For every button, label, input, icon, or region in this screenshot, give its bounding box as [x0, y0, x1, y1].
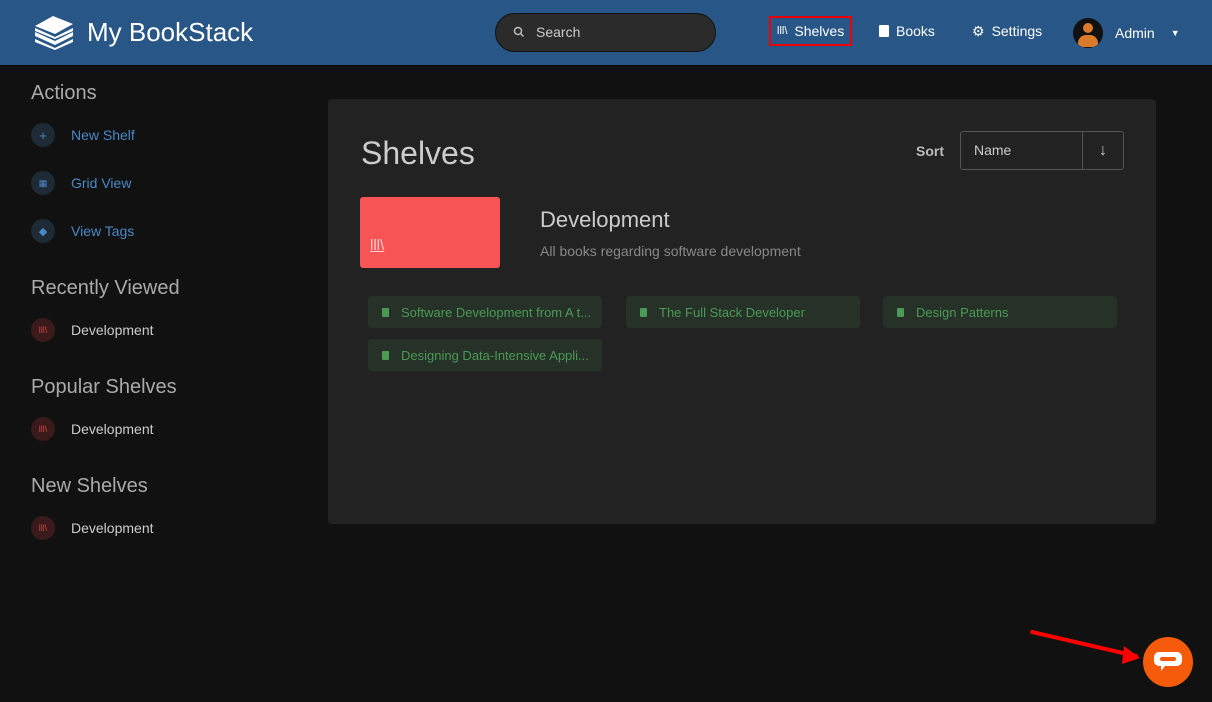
nav-books[interactable]: Books	[879, 16, 935, 46]
page-title: Shelves	[361, 135, 475, 171]
search-input[interactable]: Search	[495, 13, 716, 52]
sort-label: Sort	[916, 143, 944, 159]
sort-select[interactable]: Name	[961, 132, 1083, 169]
bookstack-logo-icon	[35, 16, 73, 50]
book-link[interactable]: Design Patterns	[883, 296, 1117, 328]
shelves-icon: lll\	[31, 516, 55, 540]
recent-shelf-link[interactable]: lll\ Development	[31, 318, 281, 342]
search-placeholder: Search	[536, 24, 581, 40]
book-icon	[382, 350, 389, 360]
popular-shelves-heading: Popular Shelves	[31, 376, 177, 398]
nav-books-label: Books	[896, 23, 935, 39]
top-header: My BookStack Search lll\ Shelves Books ⚙ S…	[0, 0, 1212, 66]
book-icon	[382, 307, 389, 317]
shelf-thumbnail[interactable]: lll\	[360, 197, 500, 268]
shelves-icon: lll\	[777, 25, 788, 37]
sort-direction-button[interactable]: ↓	[1083, 132, 1123, 169]
new-shelf-item-label: Development	[71, 520, 154, 536]
grid-view-label: Grid View	[71, 175, 132, 191]
new-shelf-item-link[interactable]: lll\ Development	[31, 516, 281, 540]
new-shelves-heading: New Shelves	[31, 475, 148, 497]
gear-icon: ⚙	[972, 22, 985, 39]
actions-heading: Actions	[31, 82, 97, 104]
chat-bubble-icon	[1154, 652, 1182, 671]
view-tags-label: View Tags	[71, 223, 135, 239]
popular-shelf-label: Development	[71, 421, 154, 437]
book-link[interactable]: The Full Stack Developer	[626, 296, 860, 328]
sort-control: Name ↓	[960, 131, 1124, 170]
nav-shelves-label: Shelves	[794, 23, 845, 39]
app-title: My BookStack	[87, 16, 254, 47]
book-title: Design Patterns	[916, 304, 1009, 320]
book-link[interactable]: Designing Data-Intensive Appli...	[368, 339, 602, 371]
app-logo[interactable]: My BookStack	[33, 14, 253, 50]
view-tags-link[interactable]: ◆ View Tags	[31, 219, 281, 243]
shelf-description: All books regarding software development	[540, 243, 801, 259]
avatar	[1073, 18, 1103, 48]
book-link[interactable]: Software Development from A t...	[368, 296, 602, 328]
book-title: Designing Data-Intensive Appli...	[401, 347, 589, 363]
caret-down-icon: ▼	[1170, 28, 1180, 38]
book-title: Software Development from A t...	[401, 304, 592, 320]
nav-shelves[interactable]: lll\ Shelves	[769, 16, 853, 46]
new-shelf-link[interactable]: + New Shelf	[31, 123, 281, 147]
book-icon	[879, 25, 889, 37]
search-icon	[513, 26, 525, 38]
annotation-arrow	[1030, 630, 1140, 664]
shelves-icon: lll\	[370, 237, 385, 254]
popular-shelf-link[interactable]: lll\ Development	[31, 417, 281, 441]
recently-viewed-heading: Recently Viewed	[31, 277, 180, 299]
book-title: The Full Stack Developer	[659, 304, 805, 320]
user-menu[interactable]: Admin ▼	[1073, 18, 1180, 48]
tag-icon: ◆	[31, 219, 55, 243]
plus-icon: +	[31, 123, 55, 147]
recent-shelf-label: Development	[71, 322, 154, 338]
grid-view-link[interactable]: ▦ Grid View	[31, 171, 281, 195]
book-icon	[640, 307, 647, 317]
new-shelf-label: New Shelf	[71, 127, 135, 143]
grid-icon: ▦	[31, 171, 55, 195]
sidebar: Actions + New Shelf ▦ Grid View ◆ View Tags…	[31, 82, 281, 564]
user-name: Admin	[1115, 25, 1155, 41]
nav-settings-label: Settings	[991, 23, 1043, 39]
shelves-card: Shelves Sort Name ↓ lll\ Development All…	[328, 99, 1156, 524]
book-icon	[897, 307, 904, 317]
shelves-icon: lll\	[31, 417, 55, 441]
shelf-title[interactable]: Development	[540, 207, 670, 233]
shelves-icon: lll\	[31, 318, 55, 342]
chat-widget-button[interactable]	[1143, 637, 1193, 687]
nav-settings[interactable]: ⚙ Settings	[972, 16, 1042, 46]
